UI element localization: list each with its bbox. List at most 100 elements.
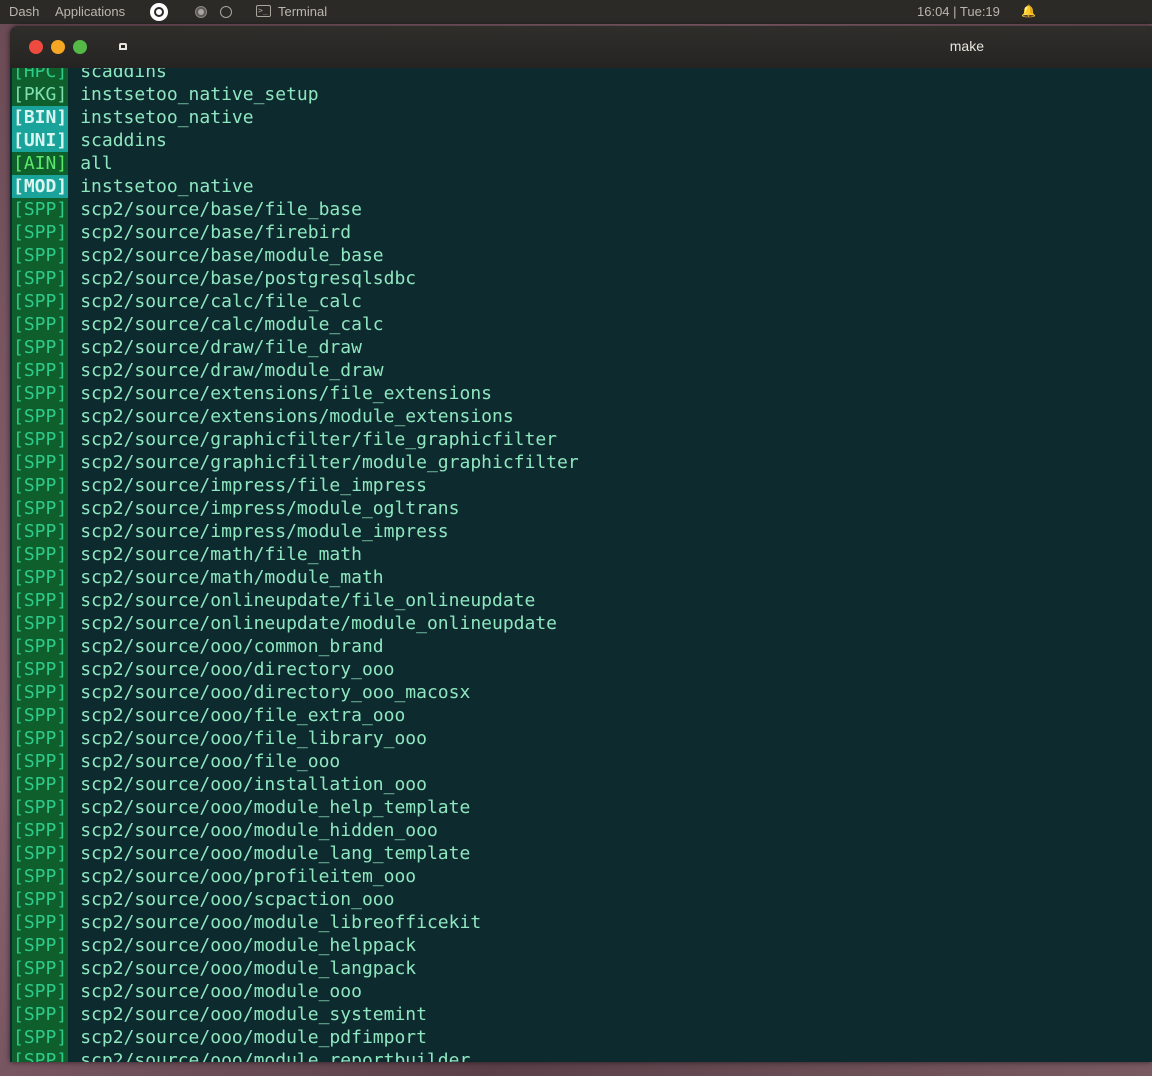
output-line: [SPP] scp2/source/ooo/module_systemint [12,1003,579,1026]
build-target: scp2/source/ooo/file_extra_ooo [80,705,406,726]
build-target: scp2/source/ooo/installation_ooo [80,774,427,795]
build-target: scp2/source/ooo/module_libreofficekit [80,912,482,933]
window-title: make [949,38,984,54]
build-target: scp2/source/impress/file_impress [80,475,427,496]
output-line: [SPP] scp2/source/ooo/module_pdfimport [12,1026,579,1049]
build-tag: [HPC] [12,68,69,83]
build-target: scp2/source/ooo/common_brand [80,636,384,657]
build-target: scp2/source/base/firebird [80,222,352,243]
output-line: [SPP] scp2/source/impress/module_ogltrans [12,497,579,520]
output-line: [SPP] scp2/source/ooo/file_library_ooo [12,727,579,750]
output-line: [SPP] scp2/source/ooo/module_ooo [12,980,579,1003]
build-tag: [SPP] [12,382,69,405]
ubuntu-logo-icon[interactable] [150,3,168,21]
build-tag: [SPP] [12,359,69,382]
build-tag: [SPP] [12,566,69,589]
build-tag: [SPP] [12,727,69,750]
build-tag: [MOD] [12,175,69,198]
build-target: scp2/source/ooo/module_reportbuilder [80,1050,471,1062]
build-target: scp2/source/ooo/file_library_ooo [80,728,427,749]
terminal-output[interactable]: [HPC] scaddins [PKG] instsetoo_native_setup… [10,68,1152,1062]
build-target: scp2/source/extensions/module_extensions [80,406,514,427]
build-target: scp2/source/ooo/module_systemint [80,1004,427,1025]
output-line: [AIN] all [12,152,579,175]
build-target: scp2/source/ooo/module_lang_template [80,843,471,864]
build-tag: [SPP] [12,865,69,888]
output-line: [MOD] instsetoo_native [12,175,579,198]
top-panel: Dash Applications >_ Terminal 16:04 | Tu… [0,0,1152,24]
build-tag: [SPP] [12,750,69,773]
build-tag: [SPP] [12,911,69,934]
build-target: scaddins [80,68,167,82]
build-target: instsetoo_native [80,176,254,197]
build-tag: [SPP] [12,612,69,635]
build-tag: [SPP] [12,957,69,980]
build-target: scp2/source/impress/module_ogltrans [80,498,460,519]
build-tag: [SPP] [12,405,69,428]
window-titlebar[interactable]: make [10,26,1152,68]
output-line: [SPP] scp2/source/ooo/module_help_templat… [12,796,579,819]
build-tag: [AIN] [12,152,69,175]
output-line: [SPP] scp2/source/ooo/directory_ooo_macos… [12,681,579,704]
build-target: scp2/source/ooo/module_pdfimport [80,1027,427,1048]
build-target: all [80,153,113,174]
build-tag: [SPP] [12,888,69,911]
build-target: scp2/source/impress/module_impress [80,521,449,542]
build-tag: [SPP] [12,980,69,1003]
build-target: scp2/source/math/module_math [80,567,384,588]
build-tag: [SPP] [12,290,69,313]
workspace-active-icon[interactable] [195,6,207,18]
build-target: scp2/source/base/module_base [80,245,384,266]
build-tag: [SPP] [12,773,69,796]
output-line: [SPP] scp2/source/ooo/directory_ooo [12,658,579,681]
dash-menu[interactable]: Dash [9,4,39,20]
build-target: scp2/source/ooo/directory_ooo_macosx [80,682,471,703]
output-line: [SPP] scp2/source/ooo/common_brand [12,635,579,658]
terminal-icon[interactable]: >_ [256,5,271,17]
build-target: scp2/source/calc/file_calc [80,291,362,312]
output-line: [SPP] scp2/source/ooo/module_reportbuilde… [12,1049,579,1062]
build-target: scp2/source/graphicfilter/module_graphic… [80,452,579,473]
build-target: scp2/source/graphicfilter/file_graphicfi… [80,429,558,450]
build-target: scp2/source/ooo/directory_ooo [80,659,395,680]
build-target: instsetoo_native_setup [80,84,319,105]
build-target: scp2/source/ooo/module_hidden_ooo [80,820,438,841]
build-tag: [SPP] [12,543,69,566]
build-target: scp2/source/ooo/module_langpack [80,958,417,979]
terminal-taskbar-label[interactable]: Terminal [278,4,327,20]
build-tag: [SPP] [12,497,69,520]
build-tag: [SPP] [12,198,69,221]
build-tag: [SPP] [12,267,69,290]
build-tag: [SPP] [12,934,69,957]
output-line: [PKG] instsetoo_native_setup [12,83,579,106]
build-tag: [SPP] [12,681,69,704]
output-line: [SPP] scp2/source/base/firebird [12,221,579,244]
output-line: [SPP] scp2/source/base/module_base [12,244,579,267]
output-line: [SPP] scp2/source/calc/module_calc [12,313,579,336]
build-target: scp2/source/ooo/profileitem_ooo [80,866,417,887]
build-target: scp2/source/ooo/file_ooo [80,751,341,772]
clock[interactable]: 16:04 | Tue:19 [917,4,1000,20]
notification-bell-icon[interactable]: 🔔 [1021,4,1036,18]
output-line: [SPP] scp2/source/ooo/module_hidden_ooo [12,819,579,842]
build-tag: [SPP] [12,336,69,359]
build-target: scp2/source/ooo/module_helppack [80,935,417,956]
output-line: [SPP] scp2/source/ooo/profileitem_ooo [12,865,579,888]
output-lines: [HPC] scaddins [PKG] instsetoo_native_setup… [12,68,579,1062]
build-tag: [SPP] [12,451,69,474]
applications-menu[interactable]: Applications [55,4,125,20]
build-target: scp2/source/ooo/module_help_template [80,797,471,818]
build-tag: [SPP] [12,1003,69,1026]
build-tag: [SPP] [12,474,69,497]
output-line: [SPP] scp2/source/onlineupdate/module_onl… [12,612,579,635]
build-tag: [SPP] [12,704,69,727]
output-line: [SPP] scp2/source/ooo/module_helppack [12,934,579,957]
build-target: scp2/source/math/file_math [80,544,362,565]
output-line: [SPP] scp2/source/math/module_math [12,566,579,589]
build-target: scaddins [80,130,167,151]
workspace-inactive-icon[interactable] [220,6,232,18]
output-line: [SPP] scp2/source/ooo/file_extra_ooo [12,704,579,727]
build-target: scp2/source/onlineupdate/file_onlineupda… [80,590,536,611]
output-line: [SPP] scp2/source/ooo/file_ooo [12,750,579,773]
build-target: scp2/source/draw/file_draw [80,337,362,358]
